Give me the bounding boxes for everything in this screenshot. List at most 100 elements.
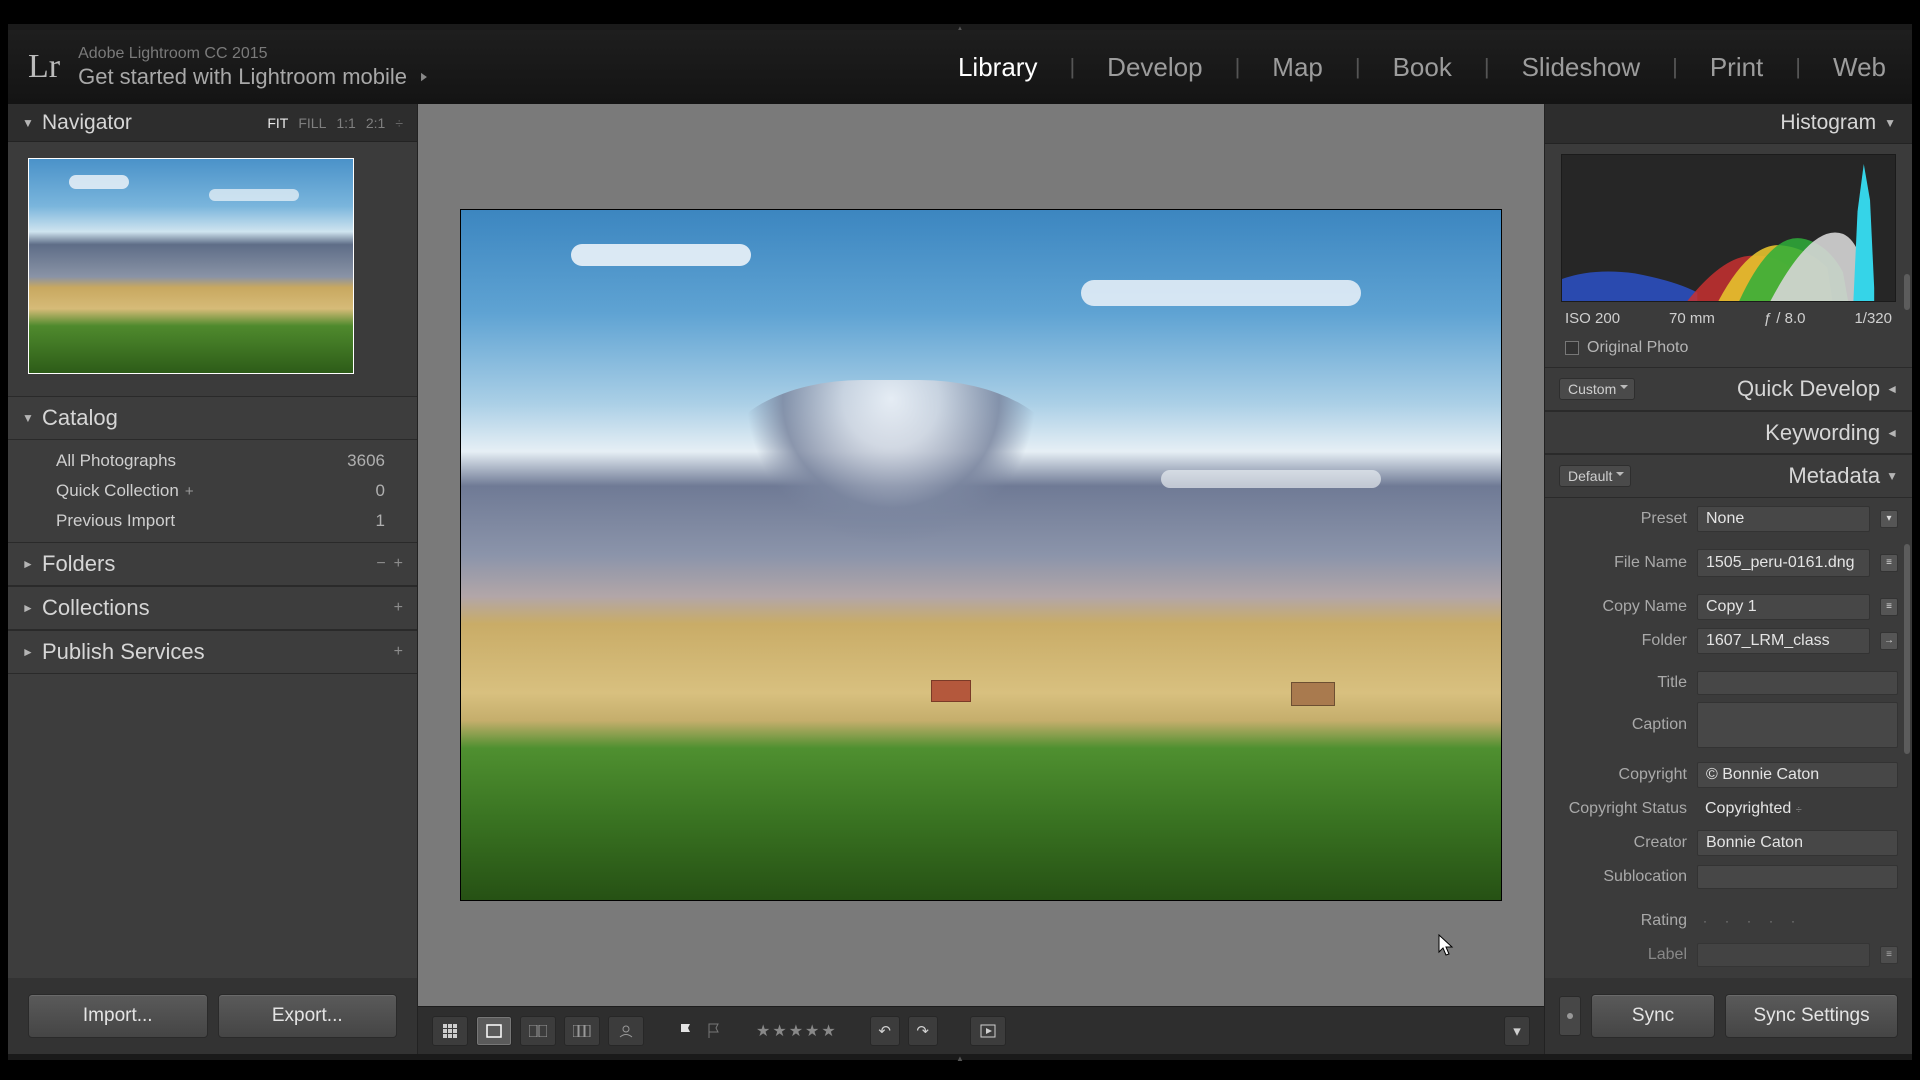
mobile-prompt-row[interactable]: Get started with Lightroom mobile ►	[78, 64, 431, 89]
app-title: Adobe Lightroom CC 2015	[78, 45, 431, 63]
meta-label-copyright-status: Copyright Status	[1559, 800, 1687, 818]
folders-header[interactable]: ► Folders −+	[8, 542, 417, 586]
goto-icon[interactable]: ≡	[1880, 946, 1898, 964]
metadata-set-dropdown[interactable]: Default	[1559, 465, 1631, 487]
bottom-toolbar: ★★★★★ ↶ ↷ ▾	[418, 1006, 1544, 1054]
chevron-down-icon: ▼	[1886, 469, 1898, 483]
flag-pick-icon[interactable]	[676, 1021, 696, 1041]
right-panel: Histogram ▼ ISO 200 70 mm ƒ / 8.0 1/320	[1544, 104, 1912, 1054]
module-develop[interactable]: Develop	[1101, 48, 1208, 87]
zoom-fill[interactable]: FILL	[298, 115, 326, 131]
chevron-right-icon: ►	[22, 557, 34, 571]
export-button[interactable]: Export...	[218, 994, 398, 1038]
image-canvas[interactable]	[418, 104, 1544, 1006]
meta-filename-field[interactable]: 1505_peru-0161.dng	[1697, 549, 1870, 576]
navigator-header[interactable]: ▼ Navigator FIT FILL 1:1 2:1 ÷	[8, 104, 417, 142]
sync-toggle[interactable]	[1559, 996, 1581, 1036]
iso-value: ISO 200	[1565, 310, 1620, 327]
catalog-previous-import[interactable]: Previous Import 1	[8, 506, 417, 536]
loupe-view-button[interactable]	[476, 1016, 512, 1046]
zoom-more-icon[interactable]: ÷	[395, 115, 403, 131]
module-book[interactable]: Book	[1387, 48, 1458, 87]
collections-header[interactable]: ► Collections +	[8, 586, 417, 630]
module-slideshow[interactable]: Slideshow	[1516, 48, 1647, 87]
original-photo-row[interactable]: Original Photo	[1545, 335, 1912, 367]
compare-view-button[interactable]	[520, 1016, 556, 1046]
folders-title: Folders	[42, 551, 115, 577]
meta-caption-field[interactable]	[1697, 702, 1898, 748]
chevron-down-icon: ▼	[22, 411, 34, 425]
quick-develop-preset-dropdown[interactable]: Custom	[1559, 378, 1635, 400]
metadata-title: Metadata	[1788, 463, 1880, 489]
catalog-item-label: Quick Collection	[56, 481, 179, 501]
zoom-fit[interactable]: FIT	[267, 115, 288, 131]
metadata-header[interactable]: Default Metadata ▼	[1545, 454, 1912, 498]
shutter-value: 1/320	[1854, 310, 1892, 327]
navigator-thumbnail[interactable]	[28, 158, 354, 374]
chevron-down-icon: ▼	[22, 116, 34, 130]
main-photo[interactable]	[461, 210, 1501, 900]
goto-icon[interactable]: ≡	[1880, 554, 1898, 572]
checkbox-icon[interactable]	[1565, 341, 1579, 355]
metadata-body: Preset None ▾ File Name 1505_peru-0161.d…	[1545, 498, 1912, 978]
focal-length-value: 70 mm	[1669, 310, 1715, 327]
meta-title-field[interactable]	[1697, 671, 1898, 695]
meta-label-creator: Creator	[1559, 834, 1687, 852]
module-library[interactable]: Library	[952, 48, 1043, 87]
app-logo: Lr	[28, 48, 60, 86]
cursor-icon	[1438, 934, 1454, 958]
meta-copyright-status-value[interactable]: Copyrighted ÷	[1697, 797, 1898, 821]
goto-icon[interactable]: ≡	[1880, 598, 1898, 616]
sync-button[interactable]: Sync	[1591, 994, 1715, 1038]
quick-develop-header[interactable]: Custom Quick Develop ◄	[1545, 367, 1912, 411]
catalog-quick-collection[interactable]: Quick Collection + 0	[8, 476, 417, 506]
meta-label-folder: Folder	[1559, 632, 1687, 650]
meta-rating-dots[interactable]: ·····	[1697, 914, 1898, 928]
original-photo-label: Original Photo	[1587, 339, 1688, 357]
module-map[interactable]: Map	[1266, 48, 1329, 87]
sync-settings-button[interactable]: Sync Settings	[1725, 994, 1898, 1038]
publish-header[interactable]: ► Publish Services +	[8, 630, 417, 674]
mobile-prompt-text: Get started with Lightroom mobile	[78, 64, 407, 89]
plus-icon[interactable]: +	[394, 599, 403, 617]
minus-icon[interactable]: −	[376, 555, 385, 573]
module-web[interactable]: Web	[1827, 48, 1892, 87]
rotate-ccw-button[interactable]: ↶	[870, 1016, 900, 1046]
import-button[interactable]: Import...	[28, 994, 208, 1038]
bottom-edge-disclosure[interactable]: ▲	[8, 1054, 1912, 1060]
histogram-display[interactable]	[1561, 154, 1896, 303]
collections-title: Collections	[42, 595, 150, 621]
goto-icon[interactable]: →	[1880, 632, 1898, 650]
people-view-button[interactable]	[608, 1016, 644, 1046]
toolbar-menu-button[interactable]: ▾	[1504, 1016, 1530, 1046]
meta-sublocation-field[interactable]	[1697, 865, 1898, 889]
scrollbar-thumb[interactable]	[1904, 274, 1910, 310]
impromptu-slideshow-button[interactable]	[970, 1016, 1006, 1046]
module-print[interactable]: Print	[1704, 48, 1769, 87]
meta-label-field[interactable]	[1697, 943, 1870, 967]
plus-icon[interactable]: +	[394, 643, 403, 661]
rating-stars[interactable]: ★★★★★	[756, 1021, 838, 1041]
plus-icon[interactable]: +	[394, 555, 403, 573]
catalog-item-count: 0	[376, 481, 385, 501]
meta-copyright-field[interactable]: © Bonnie Caton	[1697, 762, 1898, 788]
dropdown-icon[interactable]: ▾	[1880, 510, 1898, 528]
meta-preset-dropdown[interactable]: None	[1697, 506, 1870, 532]
meta-copyname-field[interactable]: Copy 1	[1697, 594, 1870, 620]
scrollbar-thumb[interactable]	[1904, 544, 1910, 754]
flag-reject-icon[interactable]	[704, 1021, 724, 1041]
meta-folder-field[interactable]: 1607_LRM_class	[1697, 628, 1870, 654]
catalog-header[interactable]: ▼ Catalog	[8, 396, 417, 440]
zoom-1to1[interactable]: 1:1	[336, 115, 355, 131]
meta-creator-field[interactable]: Bonnie Caton	[1697, 830, 1898, 856]
survey-view-button[interactable]	[564, 1016, 600, 1046]
keywording-header[interactable]: Keywording ◄	[1545, 411, 1912, 455]
histogram-header[interactable]: Histogram ▼	[1545, 104, 1912, 144]
quick-develop-title: Quick Develop	[1737, 376, 1880, 402]
module-switcher: Library | Develop | Map | Book | Slidesh…	[952, 48, 1892, 87]
rotate-cw-button[interactable]: ↷	[908, 1016, 938, 1046]
zoom-2to1[interactable]: 2:1	[366, 115, 385, 131]
catalog-all-photographs[interactable]: All Photographs 3606	[8, 446, 417, 476]
exposure-info: ISO 200 70 mm ƒ / 8.0 1/320	[1545, 302, 1912, 335]
grid-view-button[interactable]	[432, 1016, 468, 1046]
